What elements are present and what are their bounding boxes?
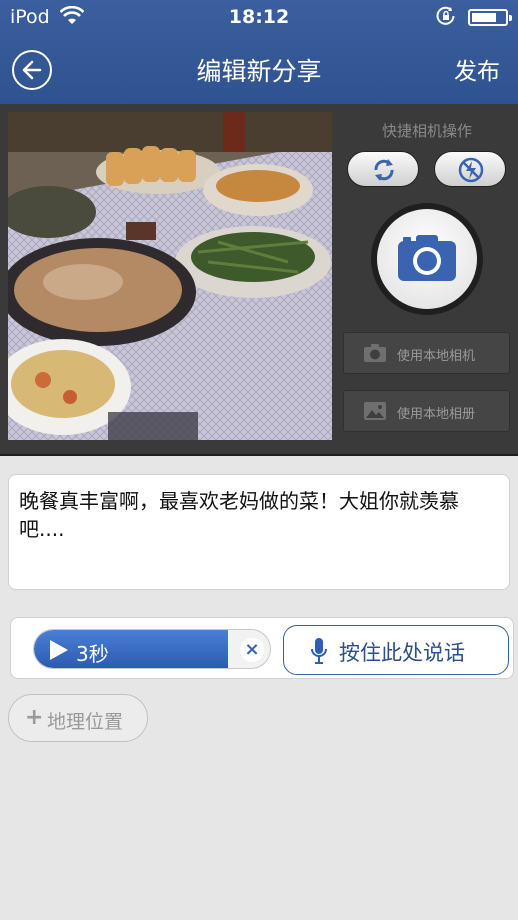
photo-preview[interactable] — [8, 112, 332, 440]
dinner-photo — [8, 112, 332, 440]
hold-to-talk-label: 按住此处说话 — [339, 641, 465, 665]
plus-icon: + — [25, 705, 44, 730]
camera-icon — [398, 235, 456, 281]
use-local-album-button[interactable]: 使用本地相册 — [343, 390, 510, 432]
shutter-ring — [371, 203, 483, 315]
image-icon — [364, 402, 386, 420]
voice-clip[interactable]: 3秒 × — [33, 629, 271, 669]
refresh-icon — [374, 159, 394, 181]
close-icon: × — [244, 639, 260, 660]
header: iPod 18:12 编辑新分享 发布 — [0, 0, 518, 104]
use-local-album-label: 使用本地相册 — [397, 407, 476, 422]
rotation-lock-icon — [436, 6, 455, 25]
voice-duration: 3秒 — [76, 642, 109, 666]
page-title: 编辑新分享 — [196, 57, 322, 86]
camera-panel: 快捷相机操作 使用本地相机 使用本地相册 — [0, 104, 518, 456]
nav-bar: 编辑新分享 发布 — [0, 36, 518, 104]
location-label: 地理位置 — [47, 711, 124, 733]
play-icon — [50, 640, 68, 660]
publish-button[interactable]: 发布 — [454, 52, 500, 86]
microphone-icon — [311, 638, 327, 664]
use-local-camera-label: 使用本地相机 — [397, 349, 476, 364]
quick-camera-label: 快捷相机操作 — [381, 122, 472, 140]
post-text-area[interactable]: 晚餐真丰富啊，最喜欢老妈做的菜！大姐你就羡慕吧.... — [8, 474, 510, 590]
status-bar: iPod 18:12 — [0, 0, 518, 36]
hold-to-talk-button[interactable]: 按住此处说话 — [283, 625, 509, 675]
add-location-button[interactable]: + 地理位置 — [8, 694, 148, 742]
flash-off-button[interactable] — [434, 151, 506, 187]
switch-camera-button[interactable] — [347, 151, 419, 187]
battery-icon — [468, 9, 512, 26]
use-local-camera-button[interactable]: 使用本地相机 — [343, 332, 510, 374]
flash-off-icon — [458, 157, 484, 183]
voice-row: 3秒 × 按住此处说话 — [10, 617, 514, 679]
take-photo-button[interactable] — [377, 209, 477, 309]
delete-voice-button[interactable]: × — [240, 638, 264, 662]
camera-icon — [364, 344, 386, 362]
